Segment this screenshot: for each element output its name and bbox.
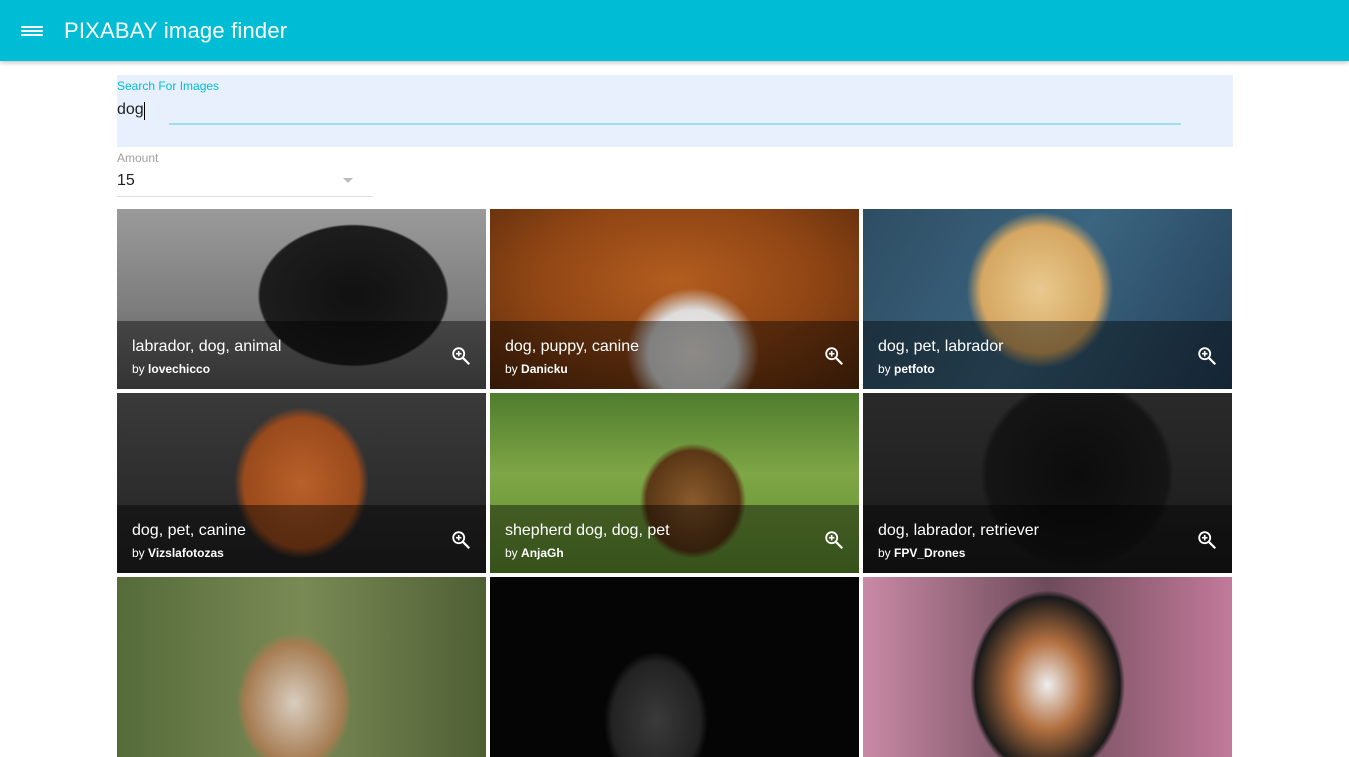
author-name: Danicku xyxy=(521,362,568,376)
tile-caption-bar: labrador, dog, animal by lovechicco xyxy=(117,321,486,389)
tile-author: by FPV_Drones xyxy=(878,546,966,560)
amount-select[interactable]: 15 xyxy=(117,168,373,197)
image-tile[interactable]: dog, labrador, retriever by FPV_Drones xyxy=(863,393,1232,573)
tile-caption-bar: shepherd dog, dog, pet by AnjaGh xyxy=(490,505,859,573)
image-tile[interactable]: dog, pet, canine by Vizslafotozas xyxy=(117,393,486,573)
image-tile[interactable]: dog, puppy, canine by Danicku xyxy=(490,209,859,389)
author-name: lovechicco xyxy=(148,362,211,376)
author-name: AnjaGh xyxy=(521,546,564,560)
dropdown-arrow-icon[interactable] xyxy=(343,178,353,183)
image-tile[interactable] xyxy=(117,577,486,757)
author-name: FPV_Drones xyxy=(894,546,966,560)
tile-title: dog, pet, labrador xyxy=(878,338,1004,355)
tile-author: by Vizslafotozas xyxy=(132,546,224,560)
image-grid: labrador, dog, animal by lovechicco dog,… xyxy=(117,209,1233,757)
dog-image[interactable] xyxy=(863,577,1232,757)
author-name: Vizslafotozas xyxy=(148,546,224,560)
tile-caption-bar: dog, labrador, retriever by FPV_Drones xyxy=(863,505,1232,573)
menu-icon[interactable] xyxy=(21,22,43,40)
search-input[interactable] xyxy=(117,97,1181,123)
amount-value: 15 xyxy=(117,172,135,189)
zoom-in-icon[interactable] xyxy=(1196,345,1218,367)
zoom-in-icon[interactable] xyxy=(823,345,845,367)
search-label: Search For Images xyxy=(117,79,220,93)
search-underline xyxy=(169,123,1181,125)
tile-author: by Danicku xyxy=(505,362,568,376)
tile-author: by AnjaGh xyxy=(505,546,564,560)
tile-caption-bar: dog, puppy, canine by Danicku xyxy=(490,321,859,389)
tile-caption-bar: dog, pet, labrador by petfoto xyxy=(863,321,1232,389)
author-name: petfoto xyxy=(894,362,935,376)
zoom-in-icon[interactable] xyxy=(450,529,472,551)
app-bar: PIXABAY image finder xyxy=(0,0,1349,61)
dog-image[interactable] xyxy=(490,577,859,757)
tile-title: shepherd dog, dog, pet xyxy=(505,522,670,539)
tile-title: labrador, dog, animal xyxy=(132,338,282,355)
zoom-in-icon[interactable] xyxy=(823,529,845,551)
image-tile[interactable]: shepherd dog, dog, pet by AnjaGh xyxy=(490,393,859,573)
app-title: PIXABAY image finder xyxy=(64,17,288,43)
tile-caption-bar: dog, pet, canine by Vizslafotozas xyxy=(117,505,486,573)
zoom-in-icon[interactable] xyxy=(1196,529,1218,551)
amount-label: Amount xyxy=(117,151,159,165)
tile-title: dog, pet, canine xyxy=(132,522,246,539)
tile-author: by petfoto xyxy=(878,362,935,376)
image-tile[interactable]: labrador, dog, animal by lovechicco xyxy=(117,209,486,389)
dog-image[interactable] xyxy=(117,577,486,757)
text-caret xyxy=(144,102,145,120)
tile-author: by lovechicco xyxy=(132,362,211,376)
search-field[interactable]: Search For Images xyxy=(117,75,1233,147)
image-tile[interactable] xyxy=(490,577,859,757)
image-tile[interactable] xyxy=(863,577,1232,757)
tile-title: dog, puppy, canine xyxy=(505,338,640,355)
image-tile[interactable]: dog, pet, labrador by petfoto xyxy=(863,209,1232,389)
zoom-in-icon[interactable] xyxy=(450,345,472,367)
tile-title: dog, labrador, retriever xyxy=(878,522,1039,539)
